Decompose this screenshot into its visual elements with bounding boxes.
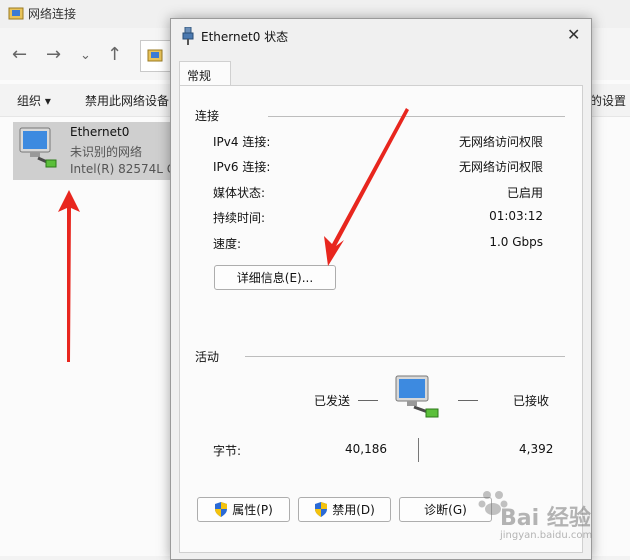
bytes-label: 字节: <box>213 444 242 458</box>
forward-arrow-icon[interactable]: → <box>46 44 61 65</box>
speed-value: 1.0 Gbps <box>489 235 543 249</box>
settings-command-fragment[interactable]: 的设置 <box>590 92 626 109</box>
disable-device-command[interactable]: 禁用此网络设备 <box>85 92 169 109</box>
close-icon[interactable]: ✕ <box>567 25 580 44</box>
connection-group-line <box>268 116 565 117</box>
sent-label: 已发送 <box>314 394 351 408</box>
ethernet-status-dialog: Ethernet0 状态 ✕ 常规 连接 IPv4 连接: 无网络访问权限 IP… <box>170 18 592 560</box>
ipv4-value: 无网络访问权限 <box>458 135 543 149</box>
adapter-device: Intel(R) 82574L Gi <box>70 162 180 176</box>
network-folder-small-icon <box>147 49 163 62</box>
network-folder-icon <box>8 7 24 20</box>
organize-menu[interactable]: 组织 ▾ <box>17 92 51 109</box>
red-annotation-arrow-up <box>58 190 80 362</box>
watermark-url: jingyan.baidu.com <box>500 530 593 541</box>
media-state-label: 媒体状态: <box>213 186 266 200</box>
uac-shield-icon <box>315 502 328 517</box>
received-dash <box>458 400 478 401</box>
dialog-title: Ethernet0 状态 <box>201 30 289 44</box>
uac-shield-icon <box>215 502 228 517</box>
up-arrow-icon[interactable]: ↑ <box>107 44 122 65</box>
watermark-text: Bai 经验 <box>500 506 591 531</box>
network-activity-icon <box>395 375 439 418</box>
network-adapter-icon <box>19 127 57 168</box>
speed-label: 速度: <box>213 237 242 251</box>
red-annotation-arrow-details <box>324 108 409 266</box>
tab-general-label: 常规 <box>187 69 212 83</box>
adapter-status: 未识别的网络 <box>70 145 143 159</box>
properties-button-label: 属性(P) <box>232 503 273 517</box>
activity-divider <box>418 438 419 462</box>
details-button[interactable]: 详细信息(E)... <box>214 265 336 290</box>
disable-button-label: 禁用(D) <box>332 503 375 517</box>
bytes-sent-value: 40,186 <box>345 442 387 456</box>
properties-button[interactable]: 属性(P) <box>197 497 290 522</box>
disable-button[interactable]: 禁用(D) <box>298 497 391 522</box>
recent-chevron-icon[interactable]: ⌄ <box>80 48 91 63</box>
bytes-received-value: 4,392 <box>519 442 554 456</box>
duration-label: 持续时间: <box>213 211 266 225</box>
tab-general[interactable]: 常规 <box>179 61 231 87</box>
media-state-value: 已启用 <box>506 186 543 200</box>
connection-group-label: 连接 <box>195 109 220 123</box>
network-connections-title: 网络连接 <box>28 7 77 21</box>
network-plug-icon <box>182 27 194 45</box>
activity-group-line <box>245 356 565 357</box>
activity-group-label: 活动 <box>195 350 220 364</box>
received-label: 已接收 <box>513 394 550 408</box>
back-arrow-icon[interactable]: ← <box>12 44 27 65</box>
ipv4-label: IPv4 连接: <box>213 135 271 149</box>
sent-dash <box>358 400 378 401</box>
adapter-name: Ethernet0 <box>70 125 130 139</box>
duration-value: 01:03:12 <box>489 209 543 223</box>
ipv6-label: IPv6 连接: <box>213 160 271 174</box>
ipv6-value: 无网络访问权限 <box>458 160 543 174</box>
